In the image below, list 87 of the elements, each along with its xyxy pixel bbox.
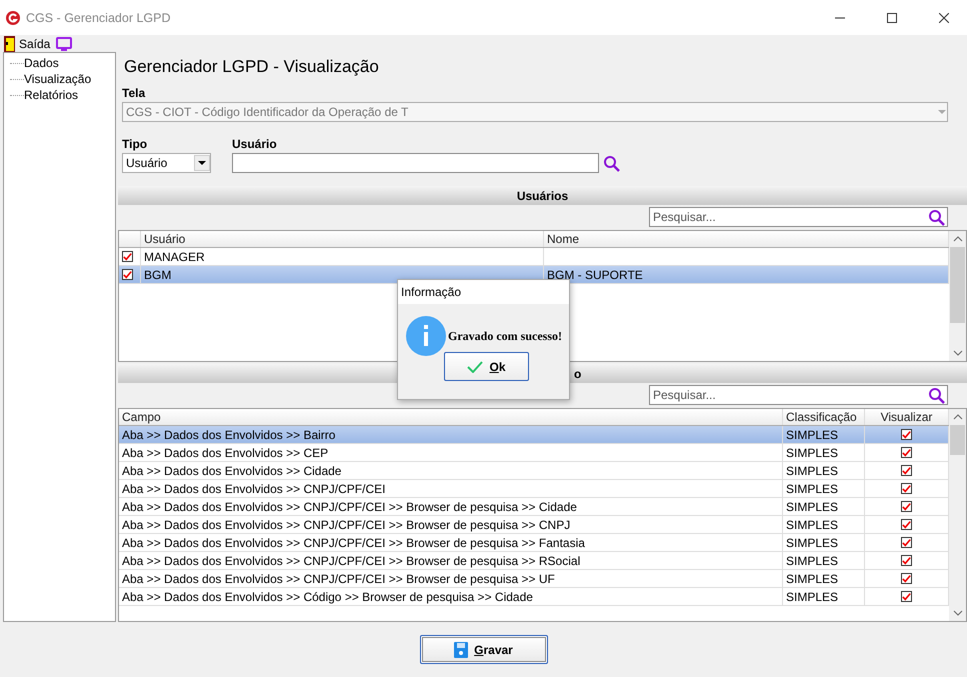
table-cell: SIMPLES [786, 500, 838, 514]
table-cell: Aba >> Dados dos Envolvidos >> CNPJ/CPF/CEI >> Browser de pesquisa >> RSocial [122, 554, 580, 568]
table-row[interactable]: Aba >> Dados dos Envolvidos >> CNPJ/CPF/CEI >> Browser de pesquisa >> Fantasia SIMPLES [119, 534, 949, 552]
save-button[interactable]: Gravar [420, 635, 548, 664]
table-row[interactable]: Aba >> Dados dos Envolvidos >> Cidade SIMPLES [119, 462, 949, 480]
exit-button[interactable]: Saída [4, 36, 50, 52]
caret-icon [198, 160, 206, 166]
checkbox[interactable] [901, 573, 912, 584]
table-cell: Aba >> Dados dos Envolvidos >> CNPJ/CPF/CEI [122, 482, 386, 496]
tree-item[interactable]: Relatórios [24, 88, 78, 102]
dialog-message: Gravado com sucesso! [448, 328, 562, 344]
table-cell: SIMPLES [786, 554, 838, 568]
dialog-title: Informação [398, 280, 569, 304]
checkbox[interactable] [901, 591, 912, 602]
checkbox[interactable] [901, 447, 912, 458]
page-title: Gerenciador LGPD - Visualização [123, 56, 380, 78]
checkbox[interactable] [901, 465, 912, 476]
scrollbar[interactable] [949, 231, 966, 361]
tree-item[interactable]: Dados [24, 56, 59, 70]
scroll-up-icon[interactable] [952, 236, 962, 242]
table-row[interactable]: BGM BGM - SUPORTE [119, 266, 949, 284]
ok-button[interactable]: Ok [444, 352, 529, 381]
table-cell: Aba >> Dados dos Envolvidos >> CNPJ/CPF/CEI >> Browser de pesquisa >> Cidade [122, 500, 577, 514]
table-cell: BGM [144, 268, 172, 282]
checkbox[interactable] [901, 501, 912, 512]
table-row[interactable]: Aba >> Dados dos Envolvidos >> CEP SIMPLES [119, 444, 949, 462]
checkbox[interactable] [901, 429, 912, 440]
table-cell: Aba >> Dados dos Envolvidos >> Cidade [122, 464, 342, 478]
table-cell: Aba >> Dados dos Envolvidos >> Bairro [122, 428, 336, 442]
table-row[interactable]: Aba >> Dados dos Envolvidos >> Bairro SIMPLES [119, 426, 949, 444]
close-icon[interactable] [939, 12, 949, 22]
table-cell: Aba >> Dados dos Envolvidos >> Código >> Browser de pesquisa >> Cidade [122, 590, 533, 604]
search-field[interactable]: Pesquisar... [649, 207, 948, 227]
app-logo-icon [6, 10, 20, 24]
user-input-field[interactable] [232, 153, 599, 173]
checkbox[interactable] [901, 519, 912, 530]
maximize-icon[interactable] [887, 12, 897, 22]
checkbox[interactable] [901, 555, 912, 566]
search-icon[interactable] [928, 208, 945, 226]
scrollbar[interactable] [949, 409, 966, 621]
scroll-down-icon[interactable] [952, 610, 962, 616]
tree-item[interactable]: Visualização [24, 72, 92, 86]
monitor-icon[interactable] [56, 36, 72, 50]
scroll-thumb[interactable] [950, 425, 965, 455]
table-row[interactable]: Aba >> Dados dos Envolvidos >> CNPJ/CPF/CEI >> Browser de pesquisa >> RSocial SIMPLES [119, 552, 949, 570]
search-field[interactable]: Pesquisar... [649, 385, 948, 405]
table-row[interactable]: Aba >> Dados dos Envolvidos >> CNPJ/CPF/CEI SIMPLES [119, 480, 949, 498]
info-icon [406, 316, 446, 356]
checkbox[interactable] [122, 251, 133, 262]
checkbox[interactable] [122, 269, 133, 280]
table-cell: Aba >> Dados dos Envolvidos >> CEP [122, 446, 328, 460]
table-cell: SIMPLES [786, 590, 838, 604]
column-header: Classificação [783, 409, 865, 425]
table-cell: SIMPLES [786, 464, 838, 478]
section-header: Usuários [118, 186, 967, 205]
table-row[interactable]: Aba >> Dados dos Envolvidos >> CNPJ/CPF/CEI >> Browser de pesquisa >> Cidade SIMPLES [119, 498, 949, 516]
table-cell: SIMPLES [786, 572, 838, 586]
table-cell: SIMPLES [786, 446, 838, 460]
field-label: Tipo [122, 137, 148, 151]
table-cell: SIMPLES [786, 536, 838, 550]
checkbox[interactable] [901, 537, 912, 548]
type-dropdown[interactable]: Usuário [122, 153, 211, 173]
column-header: Usuário [141, 231, 544, 247]
field-label: Tela [122, 86, 146, 100]
table-cell: MANAGER [144, 250, 205, 264]
table-cell: BGM - SUPORTE [547, 268, 643, 282]
checkbox[interactable] [901, 483, 912, 494]
column-header: Campo [119, 409, 783, 425]
scroll-up-icon[interactable] [952, 414, 962, 420]
table-cell: Aba >> Dados dos Envolvidos >> CNPJ/CPF/CEI >> Browser de pesquisa >> CNPJ [122, 518, 570, 532]
caret-icon [937, 109, 947, 115]
search-icon[interactable] [928, 386, 945, 404]
search-icon[interactable] [603, 154, 620, 172]
table-row[interactable]: Aba >> Dados dos Envolvidos >> CNPJ/CPF/CEI >> Browser de pesquisa >> UF SIMPLES [119, 570, 949, 588]
table-row[interactable]: Aba >> Dados dos Envolvidos >> CNPJ/CPF/CEI >> Browser de pesquisa >> CNPJ SIMPLES [119, 516, 949, 534]
field-label: Usuário [232, 137, 278, 151]
door-icon [4, 36, 15, 52]
table-cell: Aba >> Dados dos Envolvidos >> CNPJ/CPF/CEI >> Browser de pesquisa >> Fantasia [122, 536, 585, 550]
check-icon [467, 360, 484, 372]
window-title: CGS - Gerenciador LGPD [26, 10, 172, 24]
table-row[interactable]: Aba >> Dados dos Envolvidos >> Código >> Browser de pesquisa >> Cidade SIMPLES [119, 588, 949, 606]
table-cell: SIMPLES [786, 482, 838, 496]
table-cell: Aba >> Dados dos Envolvidos >> CNPJ/CPF/CEI >> Browser de pesquisa >> UF [122, 572, 555, 586]
scroll-down-icon[interactable] [952, 350, 962, 356]
table-cell: SIMPLES [786, 518, 838, 532]
table-cell: SIMPLES [786, 428, 838, 442]
scroll-thumb[interactable] [950, 247, 965, 323]
